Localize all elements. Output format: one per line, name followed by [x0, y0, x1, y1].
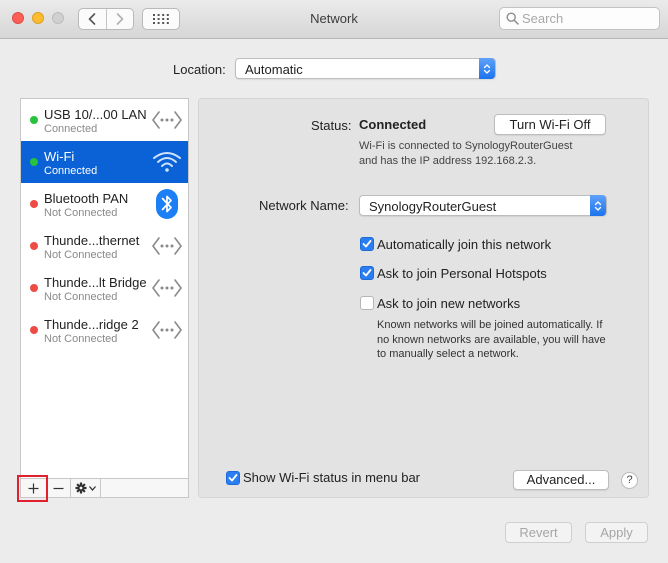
checkmark-icon	[362, 269, 372, 277]
status-dot-icon	[30, 242, 38, 250]
search-field[interactable]	[499, 7, 660, 30]
ethernet-icon	[151, 315, 183, 345]
service-status: Connected	[44, 123, 98, 135]
action-menu-button[interactable]	[71, 479, 101, 497]
service-status: Connected	[44, 165, 98, 177]
popup-arrows-icon	[479, 58, 495, 79]
service-name: USB 10/...00 LAN	[44, 107, 147, 122]
service-item-thunderbolt-bridge[interactable]: Thunde...lt Bridge Not Connected	[21, 267, 188, 309]
service-status: Not Connected	[44, 333, 118, 345]
checkmark-icon	[362, 240, 372, 248]
help-button[interactable]: ?	[621, 472, 638, 489]
location-label: Location:	[173, 62, 226, 77]
service-item-thunderbolt-ethernet[interactable]: Thunde...thernet Not Connected	[21, 225, 188, 267]
location-popup[interactable]: Automatic	[235, 58, 496, 79]
network-name-value: SynologyRouterGuest	[369, 199, 497, 214]
ethernet-icon	[151, 105, 183, 135]
location-value: Automatic	[245, 62, 303, 77]
bluetooth-icon	[151, 189, 183, 219]
show-in-menu-bar-label: Show Wi-Fi status in menu bar	[243, 470, 421, 485]
checkmark-icon	[228, 474, 238, 482]
title-bar: Network	[0, 0, 668, 39]
minus-icon	[53, 487, 64, 489]
search-icon	[506, 12, 519, 25]
known-networks-note-line-2: no known networks are available, you wil…	[377, 334, 606, 346]
popup-arrows-icon	[590, 195, 606, 216]
service-name: Thunde...lt Bridge	[44, 275, 147, 290]
service-item-bluetooth-pan[interactable]: Bluetooth PAN Not Connected	[21, 183, 188, 225]
service-status: Not Connected	[44, 207, 118, 219]
auto-join-label: Automatically join this network	[377, 237, 552, 252]
status-dot-icon	[30, 200, 38, 208]
service-item-wifi[interactable]: Wi-Fi Connected	[21, 141, 188, 183]
status-label: Status:	[311, 118, 352, 133]
status-dot-icon	[30, 158, 38, 166]
network-preferences-window: Network Location: Automatic USB 10/...00…	[0, 0, 668, 563]
gear-icon	[75, 482, 87, 494]
known-networks-note-line-3: to manually select a network.	[377, 348, 519, 360]
service-item-thunderbolt-bridge-2[interactable]: Thunde...ridge 2 Not Connected	[21, 309, 188, 351]
personal-hotspots-label: Ask to join Personal Hotspots	[377, 266, 547, 281]
turn-wifi-off-button[interactable]: Turn Wi-Fi Off	[494, 114, 606, 135]
status-description-line-1: Wi-Fi is connected to SynologyRouterGues…	[359, 140, 573, 152]
apply-button[interactable]: Apply	[585, 522, 648, 543]
service-list: USB 10/...00 LAN Connected Wi-Fi Connect…	[20, 98, 189, 498]
wifi-icon	[151, 147, 183, 177]
network-name-label: Network Name:	[259, 198, 349, 213]
auto-join-checkbox[interactable]	[360, 237, 374, 251]
search-input[interactable]	[522, 10, 652, 27]
ethernet-icon	[151, 273, 183, 303]
status-value: Connected	[359, 117, 427, 132]
status-dot-icon	[30, 116, 38, 124]
add-button-highlight	[17, 475, 48, 502]
service-name: Bluetooth PAN	[44, 191, 129, 206]
new-networks-checkbox[interactable]	[360, 296, 374, 310]
status-dot-icon	[30, 326, 38, 334]
chevron-down-icon	[89, 485, 96, 491]
network-name-popup[interactable]: SynologyRouterGuest	[359, 195, 607, 216]
service-name: Wi-Fi	[44, 149, 75, 164]
show-in-menu-bar-checkbox[interactable]	[226, 471, 240, 485]
personal-hotspots-checkbox[interactable]	[360, 266, 374, 280]
known-networks-note-line-1: Known networks will be joined automatica…	[377, 319, 603, 331]
service-status: Not Connected	[44, 291, 118, 303]
remove-service-button[interactable]	[47, 479, 71, 497]
service-item-usb-lan[interactable]: USB 10/...00 LAN Connected	[21, 99, 188, 141]
new-networks-label: Ask to join new networks	[377, 296, 521, 311]
service-status: Not Connected	[44, 249, 118, 261]
status-description-line-2: and has the IP address 192.168.2.3.	[359, 155, 537, 167]
service-name: Thunde...thernet	[44, 233, 140, 248]
revert-button[interactable]: Revert	[505, 522, 572, 543]
status-dot-icon	[30, 284, 38, 292]
advanced-button[interactable]: Advanced...	[513, 470, 609, 490]
service-name: Thunde...ridge 2	[44, 317, 139, 332]
ethernet-icon	[151, 231, 183, 261]
